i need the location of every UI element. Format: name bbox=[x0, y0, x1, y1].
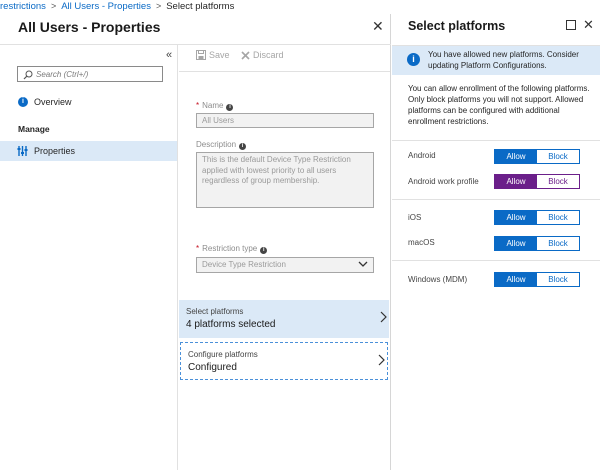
breadcrumb-current: Select platforms bbox=[166, 1, 235, 12]
platform-label-macos: macOS bbox=[408, 238, 435, 247]
select-platforms-value: 4 platforms selected bbox=[186, 319, 276, 330]
allow-option[interactable]: Allow bbox=[495, 175, 537, 188]
name-label-text: Name bbox=[202, 101, 224, 110]
collapse-menu-icon[interactable]: « bbox=[166, 49, 172, 61]
breadcrumb-all-users-properties[interactable]: All Users - Properties bbox=[61, 1, 151, 12]
search-icon bbox=[23, 70, 33, 80]
info-banner[interactable]: i You have allowed new platforms. Consid… bbox=[392, 46, 600, 75]
description-label-text: Description bbox=[196, 140, 237, 149]
allow-option[interactable]: Allow bbox=[495, 150, 537, 163]
save-icon bbox=[196, 50, 206, 60]
nav-item-label: Properties bbox=[34, 146, 76, 156]
breadcrumb-separator: > bbox=[50, 1, 57, 11]
platform-label-windows-mdm: Windows (MDM) bbox=[408, 275, 468, 284]
configure-platforms-title: Configure platforms bbox=[188, 350, 258, 359]
divider bbox=[392, 260, 600, 261]
allow-option[interactable]: Allow bbox=[495, 211, 537, 224]
info-icon: i bbox=[18, 97, 28, 107]
blade-menu: « i Overview Manage Properties bbox=[0, 45, 178, 470]
maximize-icon[interactable] bbox=[566, 20, 576, 30]
chevron-right-icon bbox=[378, 354, 385, 366]
divider bbox=[179, 71, 390, 72]
breadcrumb-restrictions[interactable]: restrictions bbox=[0, 1, 46, 12]
chevron-right-icon bbox=[380, 311, 387, 323]
chevron-down-icon bbox=[358, 261, 368, 267]
breadcrumb: restrictions > All Users - Properties > Sele… bbox=[0, 0, 600, 14]
name-field[interactable]: All Users bbox=[196, 113, 374, 128]
restriction-type-label-text: Restriction type bbox=[202, 244, 258, 253]
windows-mdm-toggle[interactable]: Allow Block bbox=[494, 272, 580, 287]
allow-option[interactable]: Allow bbox=[495, 237, 537, 250]
close-icon[interactable]: ✕ bbox=[372, 18, 384, 35]
block-option[interactable]: Block bbox=[537, 273, 579, 286]
platform-label-android: Android bbox=[408, 151, 436, 160]
macos-toggle[interactable]: Allow Block bbox=[494, 236, 580, 251]
configure-platforms-value: Configured bbox=[188, 362, 237, 373]
save-button[interactable]: Save bbox=[196, 50, 230, 60]
description-label: Description i bbox=[196, 140, 247, 150]
platform-label-ios: iOS bbox=[408, 213, 422, 222]
restriction-type-select[interactable]: Device Type Restriction bbox=[196, 257, 374, 273]
search-input[interactable] bbox=[36, 68, 156, 80]
search-box[interactable] bbox=[17, 66, 163, 82]
allow-option[interactable]: Allow bbox=[495, 273, 537, 286]
block-option[interactable]: Block bbox=[537, 237, 579, 250]
blade-title: All Users - Properties bbox=[18, 19, 161, 35]
ios-toggle[interactable]: Allow Block bbox=[494, 210, 580, 225]
nav-section-manage: Manage bbox=[18, 124, 50, 134]
discard-icon bbox=[241, 51, 250, 60]
restriction-type-label: * Restriction type i bbox=[196, 244, 268, 254]
android-work-profile-toggle[interactable]: Allow Block bbox=[494, 174, 580, 189]
block-option[interactable]: Block bbox=[537, 150, 579, 163]
android-toggle[interactable]: Allow Block bbox=[494, 149, 580, 164]
blade-title: Select platforms bbox=[408, 19, 506, 33]
select-platforms-title: Select platforms bbox=[186, 307, 244, 316]
info-icon[interactable]: i bbox=[226, 104, 234, 111]
platform-label-android-work-profile: Android work profile bbox=[408, 177, 479, 186]
info-icon[interactable]: i bbox=[260, 247, 268, 254]
properties-icon bbox=[17, 146, 28, 156]
nav-item-properties[interactable]: Properties bbox=[0, 141, 177, 161]
configure-platforms-row[interactable]: Configure platforms Configured bbox=[180, 342, 388, 380]
info-icon: i bbox=[407, 53, 420, 66]
divider bbox=[392, 140, 600, 141]
block-option[interactable]: Block bbox=[537, 175, 579, 188]
banner-text: You have allowed new platforms. Consider… bbox=[428, 50, 579, 70]
block-option[interactable]: Block bbox=[537, 211, 579, 224]
discard-label: Discard bbox=[253, 50, 284, 60]
description-field[interactable]: This is the default Device Type Restrict… bbox=[196, 152, 374, 208]
select-platforms-row[interactable]: Select platforms 4 platforms selected bbox=[179, 300, 389, 338]
discard-button[interactable]: Discard bbox=[241, 50, 284, 60]
restriction-type-value: Device Type Restriction bbox=[202, 260, 286, 269]
nav-item-label: Overview bbox=[34, 97, 72, 107]
breadcrumb-separator: > bbox=[155, 1, 162, 11]
info-icon[interactable]: i bbox=[239, 143, 247, 150]
save-label: Save bbox=[209, 50, 230, 60]
close-icon[interactable]: ✕ bbox=[583, 17, 594, 33]
select-platforms-blade: Select platforms ✕ i You have allowed ne… bbox=[392, 14, 600, 470]
divider bbox=[392, 199, 600, 200]
platforms-description: You can allow enrollment of the followin… bbox=[408, 84, 590, 126]
required-marker: * bbox=[196, 244, 200, 253]
required-marker: * bbox=[196, 101, 200, 110]
properties-blade: All Users - Properties ✕ « i Overview Ma… bbox=[0, 14, 391, 470]
name-label: * Name i bbox=[196, 101, 234, 111]
nav-item-overview[interactable]: i Overview bbox=[0, 94, 177, 112]
